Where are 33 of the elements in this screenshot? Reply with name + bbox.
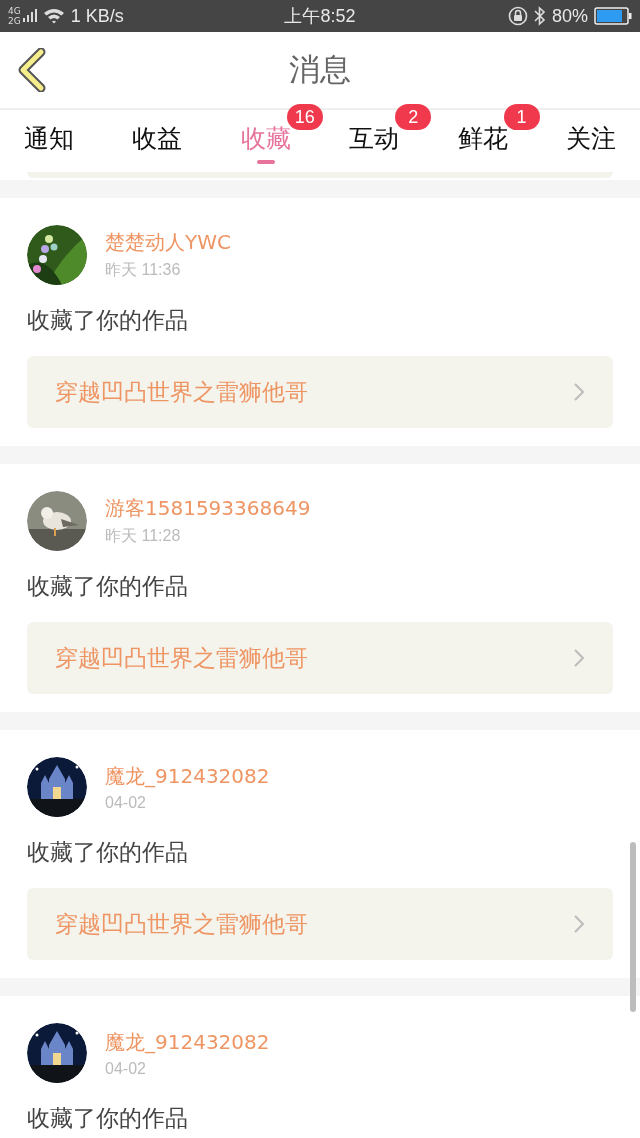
battery-percent-text: 80% [551, 5, 588, 27]
network-speed-text: 1 KB/s [70, 5, 124, 27]
tab[interactable]: 通知 [14, 110, 84, 172]
signal-icon [22, 8, 37, 24]
message-text: 收藏了你的作品 [27, 838, 189, 867]
battery-icon [594, 7, 632, 25]
chevron-right-icon [573, 382, 585, 402]
work-link[interactable]: 穿越凹凸世界之雷狮他哥 [27, 888, 613, 960]
work-link[interactable]: 穿越凹凸世界之雷狮他哥 [27, 622, 613, 694]
message-text: 收藏了你的作品 [27, 306, 189, 335]
network-type-text: 4G 2G [8, 6, 21, 26]
page-title: 消息 [289, 50, 351, 89]
clock-text: 上午8:52 [284, 5, 356, 28]
count-badge: 1 [503, 104, 540, 130]
count-badge: 2 [395, 104, 432, 130]
chevron-right-icon [573, 648, 585, 668]
chevron-right-icon [573, 914, 585, 934]
rotation-lock-icon [507, 6, 528, 26]
bluetooth-icon [533, 6, 546, 26]
work-link[interactable]: 穿越凹凸世界之雷狮他哥 [27, 356, 613, 428]
username[interactable]: 楚楚动人YWC [105, 229, 231, 256]
message-text: 收藏了你的作品 [27, 1104, 189, 1133]
tab[interactable]: 收益 [122, 110, 193, 172]
username[interactable]: 游客1581593368649 [105, 495, 311, 522]
timestamp: 昨天 11:36 [105, 260, 182, 280]
wifi-icon [42, 8, 65, 24]
message-text: 收藏了你的作品 [27, 572, 189, 601]
tab[interactable]: 关注 [555, 110, 626, 172]
username[interactable]: 魔龙_912432082 [105, 762, 270, 790]
timestamp: 昨天 11:28 [105, 526, 182, 546]
username[interactable]: 魔龙_912432082 [105, 1028, 270, 1056]
timestamp: 04-02 [105, 1059, 147, 1078]
timestamp: 04-02 [105, 793, 147, 812]
